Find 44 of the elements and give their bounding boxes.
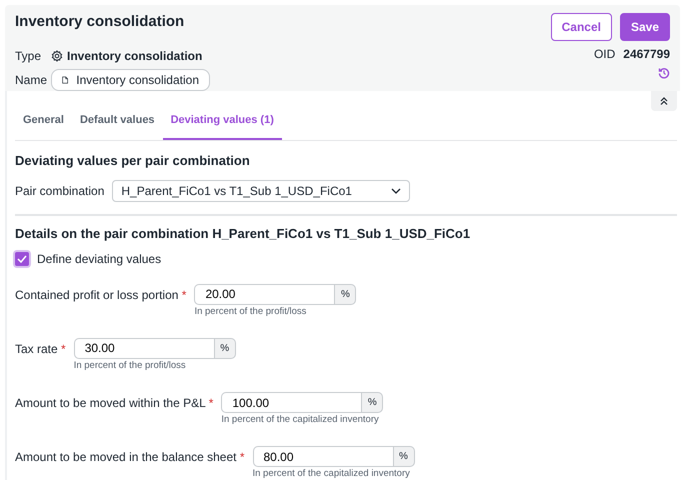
name-field[interactable]: Inventory consolidation bbox=[51, 69, 210, 91]
page-title: Inventory consolidation bbox=[15, 13, 186, 31]
collapse-button[interactable] bbox=[651, 91, 677, 111]
field-label: Tax rate bbox=[15, 342, 58, 356]
required-mark: * bbox=[182, 288, 186, 302]
pair-dropdown[interactable]: H_Parent_FiCo1 vs T1_Sub 1_USD_FiCo1 bbox=[112, 180, 410, 202]
section-title: Deviating values per pair combination bbox=[15, 152, 251, 168]
required-mark: * bbox=[61, 342, 66, 356]
oid-value: 2467799 bbox=[623, 46, 670, 63]
pair-label: Pair combination bbox=[15, 183, 104, 200]
input-field[interactable]: 100.00 bbox=[221, 392, 362, 414]
field-label: Amount to be moved in the balance sheet bbox=[15, 450, 236, 464]
gear-icon bbox=[51, 50, 63, 62]
unit-label: % bbox=[214, 338, 236, 359]
required-mark: * bbox=[240, 450, 244, 464]
checkbox[interactable] bbox=[15, 252, 29, 266]
field-label: Amount to be moved within the P&L bbox=[15, 396, 206, 410]
oid-label: OID bbox=[594, 46, 616, 63]
chevron-down-icon bbox=[391, 188, 402, 194]
cancel-button[interactable]: Cancel bbox=[550, 13, 612, 41]
input-field[interactable]: 30.00 bbox=[74, 338, 214, 359]
collapse-icon bbox=[659, 96, 669, 106]
field-hint: In percent of the profit/loss bbox=[194, 304, 308, 319]
tab[interactable]: Default values bbox=[72, 107, 163, 140]
field-hint: In percent of the profit/loss bbox=[74, 358, 187, 373]
unit-label: % bbox=[392, 446, 414, 468]
unit-label: % bbox=[361, 392, 384, 414]
type-label: Type bbox=[15, 48, 42, 65]
name-label: Name bbox=[15, 72, 48, 89]
input-field[interactable]: 80.00 bbox=[252, 446, 392, 468]
unit-label: % bbox=[334, 284, 356, 305]
required-mark: * bbox=[208, 396, 214, 410]
checkbox-label: Define deviating values bbox=[37, 250, 162, 268]
document-icon bbox=[62, 74, 68, 86]
type-value: Inventory consolidation bbox=[67, 48, 202, 65]
history-icon[interactable] bbox=[658, 67, 670, 79]
field-label: Contained profit or loss portion bbox=[15, 288, 178, 302]
field-hint: In percent of the capitalized inventory bbox=[221, 413, 380, 428]
section-title: Details on the pair combination H_Parent_FiCo1 vs T1_Sub 1_USD_FiCo1 bbox=[15, 226, 472, 242]
tab[interactable]: Deviating values (1) bbox=[162, 107, 282, 140]
field-hint: In percent of the capitalized inventory bbox=[252, 467, 411, 480]
input-field[interactable]: 20.00 bbox=[194, 284, 334, 305]
save-button[interactable]: Save bbox=[620, 13, 670, 41]
tab[interactable]: General bbox=[15, 107, 72, 140]
